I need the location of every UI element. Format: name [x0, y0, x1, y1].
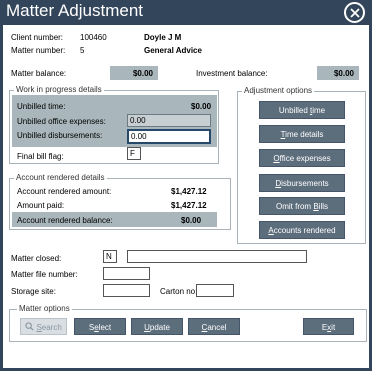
adjustment-group-label: Adjustment options [242, 86, 315, 95]
amount-paid-label: Amount paid: [17, 201, 65, 210]
accounts-rendered-button[interactable]: Accounts rendered [259, 221, 345, 239]
unbilled-disb-label: Unbilled disbursements: [17, 131, 103, 140]
matter-closed-note-field[interactable] [127, 250, 307, 263]
disbursements-button[interactable]: Disbursements [259, 174, 345, 192]
final-bill-label: Final bill flag: [17, 152, 64, 161]
time-details-button[interactable]: Time details [259, 125, 345, 143]
rendered-amount-value: $1,427.12 [171, 187, 207, 196]
final-bill-field[interactable]: F [127, 147, 141, 160]
investment-balance-value: $0.00 [317, 66, 359, 80]
client-name: Doyle J M [144, 33, 182, 42]
investment-balance-label: Investment balance: [196, 69, 268, 78]
rendered-balance-label: Account rendered balance: [17, 216, 113, 225]
matter-options-label: Matter options [17, 304, 72, 313]
wip-group-label: Work in progress details [14, 85, 104, 94]
storage-site-label: Storage site: [11, 287, 56, 296]
storage-site-field[interactable] [103, 284, 150, 297]
file-number-field[interactable] [103, 267, 150, 280]
matter-adjustment-window: Matter Adjustment Client number: 100460 … [0, 0, 372, 371]
window-title: Matter Adjustment [6, 1, 144, 20]
matter-name: General Advice [144, 46, 202, 55]
client-number-label: Client number: [11, 33, 64, 42]
carton-field[interactable] [196, 284, 234, 297]
matter-closed-field[interactable]: N [103, 250, 117, 263]
client-number-value: 100460 [80, 33, 107, 42]
unbilled-disb-field[interactable]: 0.00 [127, 129, 211, 144]
omit-from-bills-button[interactable]: Omit from Bills [259, 197, 345, 215]
select-button[interactable]: Select [74, 318, 126, 335]
matter-number-value: 5 [80, 46, 85, 55]
account-group-label: Account rendered details [14, 173, 107, 182]
matter-number-label: Matter number: [11, 46, 66, 55]
unbilled-office-field[interactable]: 0.00 [127, 114, 211, 127]
exit-button[interactable]: Exit [303, 318, 354, 335]
rendered-balance-value: $0.00 [181, 216, 202, 225]
unbilled-time-value: $0.00 [191, 102, 212, 111]
office-expenses-button[interactable]: Office expenses [259, 149, 345, 167]
unbilled-office-label: Unbilled office expenses: [17, 117, 106, 126]
unbilled-time-label: Unbilled time: [17, 102, 66, 111]
close-icon [349, 7, 360, 18]
form-content: Client number: 100460 Doyle J M Matter n… [3, 25, 369, 368]
title-bar: Matter Adjustment [0, 0, 372, 25]
matter-balance-label: Matter balance: [11, 69, 67, 78]
matter-closed-label: Matter closed: [11, 254, 62, 263]
matter-balance-value: $0.00 [110, 66, 158, 80]
amount-paid-value: $1,427.12 [171, 201, 207, 210]
cancel-button[interactable]: Cancel [188, 318, 240, 335]
carton-label: Carton no: [160, 287, 198, 296]
file-number-label: Matter file number: [11, 270, 78, 279]
search-button[interactable]: Search [20, 318, 67, 335]
rendered-amount-label: Account rendered amount: [17, 187, 112, 196]
search-icon [25, 322, 34, 331]
update-button[interactable]: Update [131, 318, 183, 335]
close-button[interactable] [344, 2, 365, 23]
unbilled-time-button[interactable]: Unbilled time [259, 101, 345, 119]
